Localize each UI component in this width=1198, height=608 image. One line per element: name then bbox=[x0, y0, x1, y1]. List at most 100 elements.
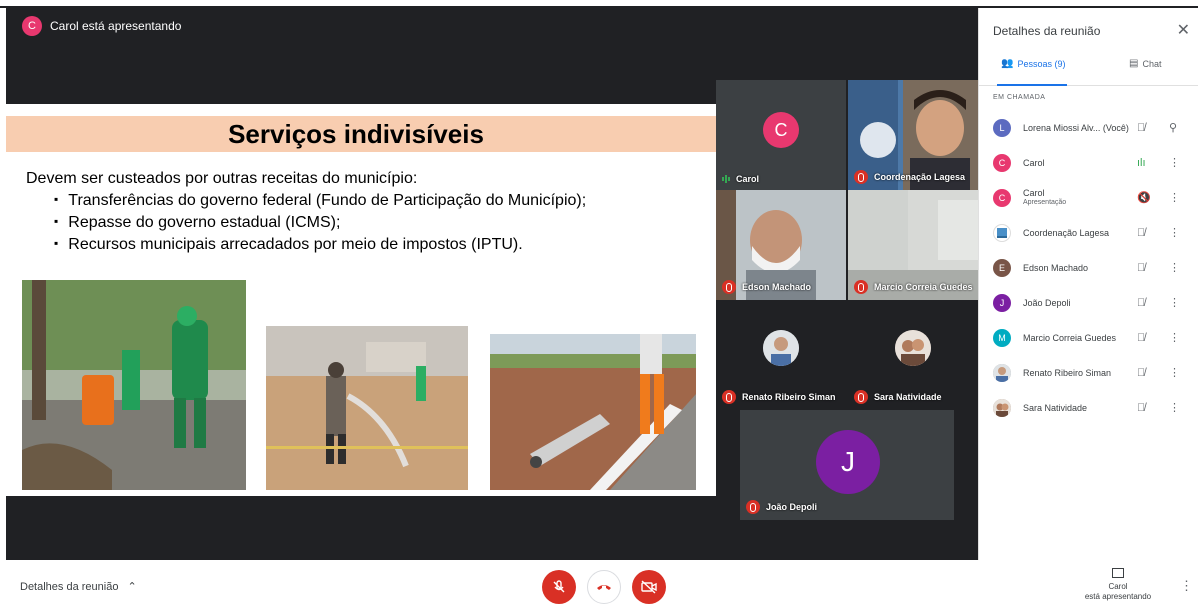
participant-name: Renato Ribeiro Siman bbox=[1023, 367, 1112, 378]
tab-underline bbox=[997, 84, 1067, 86]
tile-name: Coordenação Lagesa bbox=[854, 170, 965, 184]
participant-avatar bbox=[993, 363, 1011, 382]
more-options-icon[interactable]: ⋮ bbox=[1169, 331, 1180, 344]
slide-bullet: Repasse do governo estadual (ICMS); bbox=[54, 211, 586, 233]
bottom-bar: Detalhes da reunião ⌃ Carol está apresen… bbox=[0, 560, 1198, 608]
participant-avatar: E bbox=[993, 258, 1011, 277]
participant-row[interactable]: E Edson Machado 🎙̸ ⋮ bbox=[979, 250, 1198, 285]
presentation-slide: Serviços indivisíveis Devem ser custeado… bbox=[6, 104, 716, 496]
more-options-icon[interactable]: ⋮ bbox=[1169, 191, 1180, 204]
mic-off-icon bbox=[722, 280, 736, 294]
present-screen-icon bbox=[1112, 568, 1124, 578]
leave-call-button[interactable] bbox=[587, 570, 621, 604]
hang-up-icon bbox=[597, 585, 611, 590]
tile-name: Marcio Correia Guedes bbox=[854, 280, 973, 294]
more-options-icon[interactable]: ⋮ bbox=[1169, 226, 1180, 239]
tile-carol-name: Carol bbox=[736, 174, 760, 184]
participant-avatar: C bbox=[993, 153, 1011, 172]
tile-carol[interactable]: C Carol bbox=[716, 80, 846, 190]
more-options-icon[interactable]: ⋮ bbox=[1169, 366, 1180, 379]
participant-name: Edson Machado bbox=[1023, 262, 1089, 273]
meeting-details-label: Detalhes da reunião bbox=[20, 581, 119, 593]
chevron-up-icon: ⌃ bbox=[127, 581, 137, 593]
mic-off-icon bbox=[553, 580, 565, 593]
tile-name: João Depoli bbox=[746, 500, 817, 514]
tile-renato[interactable]: Renato Ribeiro Siman bbox=[716, 300, 846, 410]
slide-bullets: Transferências do governo federal (Fundo… bbox=[54, 189, 586, 255]
tile-joao-name: João Depoli bbox=[766, 502, 818, 512]
meeting-details-panel: Detalhes da reunião ✕ 👥 Pessoas (9) ▤ Ch… bbox=[978, 8, 1198, 560]
mic-muted-icon: 🎙̸ bbox=[1137, 331, 1146, 344]
participant-avatar: M bbox=[993, 328, 1011, 347]
tab-chat[interactable]: ▤ Chat bbox=[1129, 58, 1161, 69]
participant-name: João Depoli bbox=[1023, 297, 1071, 308]
slide-body: Devem ser custeados por outras receitas … bbox=[26, 168, 586, 255]
tile-name: Carol bbox=[722, 174, 759, 184]
more-options-icon[interactable]: ⋮ bbox=[1169, 296, 1180, 309]
camera-toggle-button[interactable] bbox=[632, 570, 666, 604]
tab-people[interactable]: 👥 Pessoas (9) bbox=[1001, 58, 1065, 69]
mic-muted-icon: 🎙̸ bbox=[1137, 226, 1146, 239]
participant-sub: Apresentação bbox=[1023, 198, 1067, 206]
participant-row[interactable]: C Carol ılı ⋮ bbox=[979, 145, 1198, 180]
more-options-icon[interactable]: ⋮ bbox=[1180, 578, 1193, 594]
tile-coordenacao-name: Coordenação Lagesa bbox=[874, 172, 966, 182]
mic-off-icon bbox=[722, 390, 736, 404]
participant-row[interactable]: L Lorena Miossi Alv... (Você) 🎙̸ ⚲ bbox=[979, 110, 1198, 145]
tile-renato-avatar bbox=[763, 330, 799, 366]
tile-carol-avatar: C bbox=[763, 112, 799, 148]
participant-avatar bbox=[993, 398, 1011, 417]
presenter-chip: C Carol está apresentando bbox=[22, 16, 181, 36]
participant-name: Marcio Correia Guedes bbox=[1023, 332, 1117, 343]
participant-name: Sara Natividade bbox=[1023, 402, 1088, 413]
mic-off-icon bbox=[746, 500, 760, 514]
mic-off-icon bbox=[854, 390, 868, 404]
mic-muted-icon: 🎙̸ bbox=[1137, 261, 1146, 274]
meeting-details-button[interactable]: Detalhes da reunião ⌃ bbox=[20, 580, 137, 593]
mic-toggle-button[interactable] bbox=[542, 570, 576, 604]
pin-icon[interactable]: ⚲ bbox=[1169, 121, 1177, 134]
participant-avatar: L bbox=[993, 118, 1011, 137]
presenting-text: está apresentando bbox=[1084, 592, 1152, 601]
speaking-icon: ılı bbox=[1137, 156, 1146, 169]
more-options-icon[interactable]: ⋮ bbox=[1169, 261, 1180, 274]
tile-sara-avatar bbox=[895, 330, 931, 366]
presenting-status[interactable]: Carol está apresentando bbox=[1078, 568, 1158, 602]
more-options-icon[interactable]: ⋮ bbox=[1169, 401, 1180, 414]
presenting-name: Carol bbox=[1108, 582, 1128, 591]
mic-muted-icon: 🎙̸ bbox=[1137, 296, 1146, 309]
slide-title: Serviços indivisíveis bbox=[228, 119, 484, 149]
audio-off-icon: 🔇 bbox=[1137, 192, 1151, 204]
camera-off-icon bbox=[641, 580, 657, 594]
slide-bullet: Transferências do governo federal (Fundo… bbox=[54, 189, 586, 211]
participant-row[interactable]: Coordenação Lagesa 🎙̸ ⋮ bbox=[979, 215, 1198, 250]
participant-name: Lorena Miossi Alv... (Você) bbox=[1023, 123, 1129, 133]
participant-row[interactable]: J João Depoli 🎙̸ ⋮ bbox=[979, 285, 1198, 320]
participant-name-text: Carol bbox=[1023, 187, 1045, 198]
participant-row[interactable]: Sara Natividade 🎙̸ ⋮ bbox=[979, 390, 1198, 425]
tile-sara[interactable]: Sara Natividade bbox=[848, 300, 978, 410]
slide-intro: Devem ser custeados por outras receitas … bbox=[26, 170, 418, 187]
tile-edson[interactable]: Edson Machado bbox=[716, 190, 846, 300]
panel-title: Detalhes da reunião bbox=[993, 24, 1101, 38]
participant-row[interactable]: C Carol Apresentação 🔇 ⋮ bbox=[979, 180, 1198, 215]
close-icon[interactable]: ✕ bbox=[1177, 20, 1190, 40]
slide-bullet: Recursos municipais arrecadados por meio… bbox=[54, 233, 586, 255]
tile-coordenacao[interactable]: Coordenação Lagesa bbox=[848, 80, 978, 190]
participant-row[interactable]: Renato Ribeiro Siman 🎙̸ ⋮ bbox=[979, 355, 1198, 390]
tile-edson-name: Edson Machado bbox=[742, 282, 812, 292]
more-options-icon[interactable]: ⋮ bbox=[1169, 156, 1180, 169]
section-label: EM CHAMADA bbox=[993, 94, 1046, 101]
panel-tabs: 👥 Pessoas (9) ▤ Chat bbox=[979, 50, 1198, 86]
participant-name: Coordenação Lagesa bbox=[1023, 227, 1110, 238]
tab-people-label: Pessoas (9) bbox=[1017, 58, 1066, 69]
tile-sara-name: Sara Natividade bbox=[874, 392, 942, 402]
slide-photo-curb bbox=[490, 334, 696, 490]
participant-row[interactable]: M Marcio Correia Guedes 🎙̸ ⋮ bbox=[979, 320, 1198, 355]
participant-name-text: Lorena Miossi Alv... bbox=[1023, 122, 1101, 133]
mic-muted-icon: 🎙̸ bbox=[1137, 366, 1146, 379]
tile-marcio[interactable]: Marcio Correia Guedes bbox=[848, 190, 978, 300]
tile-joao[interactable]: J João Depoli bbox=[740, 410, 954, 520]
tile-name: Edson Machado bbox=[722, 280, 811, 294]
mic-off-icon bbox=[854, 170, 868, 184]
